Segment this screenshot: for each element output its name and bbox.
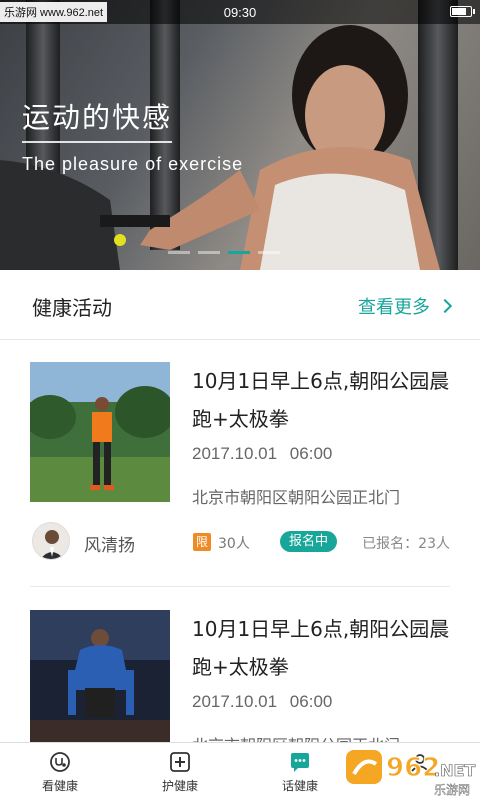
banner-subtitle: The pleasure of exercise [22, 154, 244, 174]
carousel-dot[interactable] [258, 251, 280, 254]
activity-photo [30, 362, 170, 502]
carousel-dot[interactable] [198, 251, 220, 254]
limit-count: 30人 [218, 536, 250, 552]
medical-plus-icon [170, 752, 190, 772]
stethoscope-icon [50, 752, 70, 772]
battery-icon [450, 6, 475, 17]
card-divider [30, 586, 450, 587]
banner-divider [22, 141, 172, 143]
watermark-logo: 962 .NET 乐游网 [346, 750, 476, 797]
svg-text:.NET: .NET [434, 761, 475, 780]
chevron-right-icon [437, 298, 453, 314]
carousel-dot[interactable] [168, 251, 190, 254]
nav-label: 护健康 [161, 779, 198, 793]
banner-title: 运动的快感 [22, 101, 173, 134]
activity-datetime: 2017.10.01 06:00 [192, 692, 333, 711]
hero-banner[interactable]: 运动的快感 The pleasure of exercise [0, 0, 480, 270]
nav-item-look-health[interactable]: 看健康 [0, 743, 120, 800]
status-badge[interactable]: 报名中 [280, 531, 338, 552]
svg-text:乐游网: 乐游网 [434, 783, 470, 797]
carousel-indicator [168, 251, 280, 254]
organizer-name: 风清扬 [84, 536, 135, 556]
status-time: 09:30 [223, 4, 257, 20]
status-bar: 乐游网 www.962.net 09:30 [0, 0, 480, 24]
activity-card[interactable]: 10月1日早上6点,朝阳公园晨跑+太极拳 2017.10.01 06:00 北京… [30, 362, 450, 572]
svg-text:962: 962 [386, 753, 440, 783]
limit-badge: 限 [193, 533, 211, 551]
section-title: 健康活动 [32, 296, 112, 320]
see-more-link[interactable]: 查看更多 [358, 293, 453, 319]
see-more-label: 查看更多 [358, 297, 430, 318]
nav-label: 话健康 [281, 779, 318, 793]
section-header: 健康活动 查看更多 [0, 270, 480, 340]
signed-count: 已报名：23人 [362, 536, 450, 552]
activity-title: 10月1日早上6点,朝阳公园晨跑+太极拳 [192, 617, 450, 679]
activity-card[interactable]: 10月1日早上6点,朝阳公园晨跑+太极拳 2017.10.01 06:00 北京… [30, 610, 450, 760]
activity-meta: 风清扬 限 30人 报名中 已报名：23人 [30, 522, 450, 566]
activity-title: 10月1日早上6点,朝阳公园晨跑+太极拳 [192, 369, 450, 431]
avatar[interactable] [32, 522, 70, 560]
activity-datetime: 2017.10.01 06:00 [192, 444, 333, 463]
activity-address: 北京市朝阳区朝阳公园正北门 [192, 488, 401, 507]
nav-item-protect-health[interactable]: 护健康 [120, 743, 240, 800]
chat-bubble-icon [291, 753, 309, 772]
carousel-dot-active[interactable] [228, 251, 250, 254]
nav-label: 看健康 [41, 779, 78, 793]
activity-photo [30, 610, 170, 750]
